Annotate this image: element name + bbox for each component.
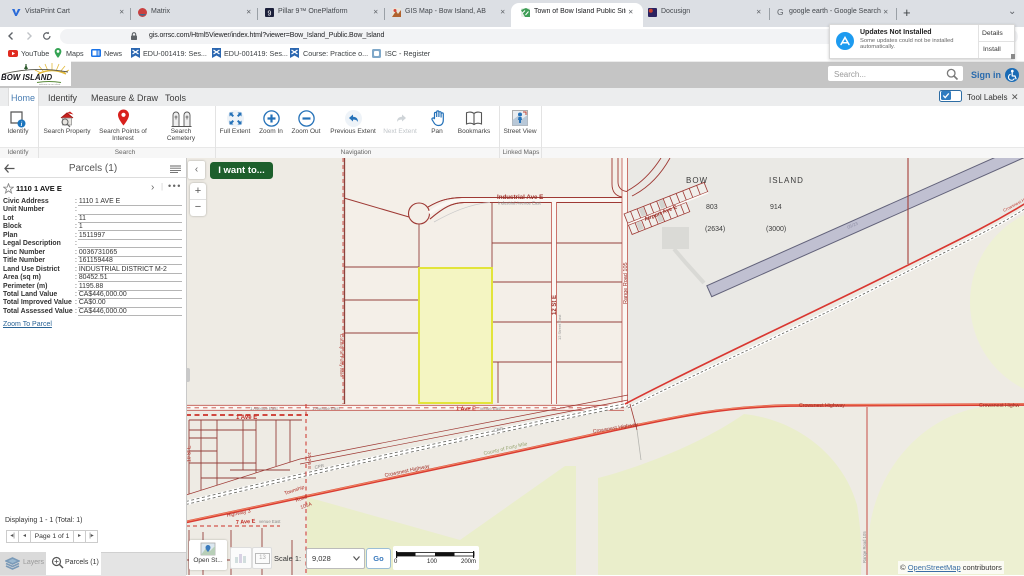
svg-text:Crowsnest Highway: Crowsnest Highway: [799, 403, 845, 409]
svg-text:1 Ave E: 1 Ave E: [236, 415, 257, 421]
svg-text:venue East: venue East: [259, 519, 281, 524]
svg-text:Range Road 105: Range Road 105: [623, 262, 629, 304]
svg-text:914: 914: [770, 204, 782, 211]
svg-text:10 St E: 10 St E: [187, 445, 193, 462]
svg-text:venue East: venue East: [480, 406, 502, 411]
svg-text:803: 803: [706, 204, 718, 211]
svg-text:10-0-5 E: 10-0-5 E: [307, 452, 312, 469]
svg-text:BOW ISLAND: BOW ISLAND: [1, 73, 53, 82]
svg-text:County of Forty Mile: County of Forty Mile: [338, 334, 344, 377]
svg-text:1 Ave E: 1 Ave E: [456, 407, 476, 413]
svg-text:BOW: BOW: [686, 176, 708, 185]
svg-text:12 St E: 12 St E: [552, 295, 558, 315]
svg-text:(3000): (3000): [766, 226, 786, 233]
svg-text:welcome to our island: welcome to our island: [39, 83, 61, 86]
svg-text:1 Avenue East: 1 Avenue East: [312, 406, 340, 411]
svg-text:(2634): (2634): [705, 226, 725, 233]
svg-text:Range Road 105: Range Road 105: [862, 531, 867, 563]
svg-text:9: 9: [268, 11, 272, 18]
svg-text:ISLAND: ISLAND: [769, 176, 804, 185]
svg-text:12 Street East: 12 Street East: [557, 314, 562, 340]
svg-text:Crowsnest Highw: Crowsnest Highw: [979, 403, 1020, 409]
svg-text:1 Avenue East: 1 Avenue East: [250, 406, 278, 411]
svg-text:Industrial Avenue East: Industrial Avenue East: [498, 201, 541, 206]
